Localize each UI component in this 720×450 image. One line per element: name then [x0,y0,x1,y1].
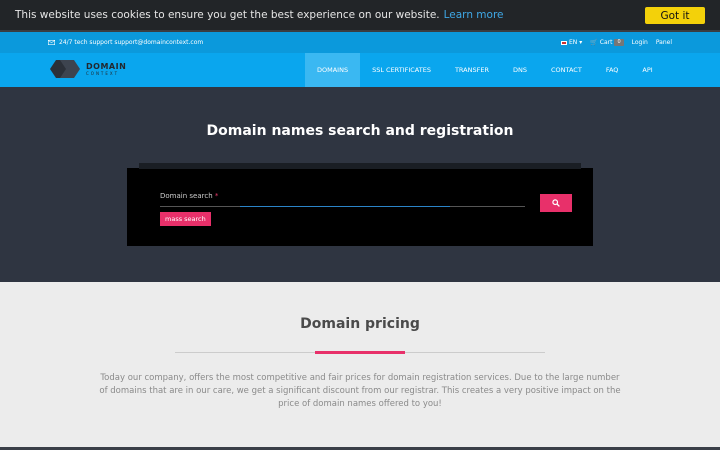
search-box-shadow [139,163,581,169]
hero-section: Domain names search and registration Dom… [0,87,720,282]
cookie-banner: This website uses cookies to ensure you … [0,0,720,32]
login-link[interactable]: Login [632,39,648,46]
nav-item-contact[interactable]: CONTACT [539,53,594,87]
domain-search-form: Domain search * mass search [127,163,593,246]
main-nav: DOMAIN CONTEXT DOMAINS SSL CERTIFICATES … [0,53,720,87]
language-label: EN [568,39,578,46]
hero-title: Domain names search and registration [206,123,514,139]
panel-link[interactable]: Panel [656,39,672,46]
language-selector[interactable]: EN ▾ [560,39,583,46]
learn-more-link[interactable]: Learn more [444,9,504,21]
pricing-text: Today our company, offers the most compe… [99,373,621,409]
pricing-title: Domain pricing [300,316,420,332]
nav-item-domains[interactable]: DOMAINS [305,53,361,87]
logo[interactable]: DOMAIN CONTEXT [50,58,126,80]
nav-item-transfer[interactable]: TRANSFER [443,53,501,87]
mass-search-button[interactable]: mass search [160,212,211,226]
top-info-bar: 24/7 tech support support@domaincontext.… [0,32,720,53]
logo-name: DOMAIN [86,62,127,71]
nav-menu: DOMAINS SSL CERTIFICATES TRANSFER DNS CO… [305,53,665,87]
search-icon [552,199,560,207]
domain-search-label: Domain search * [160,192,219,200]
domain-search-input[interactable] [160,206,525,207]
support-info: 24/7 tech support support@domaincontext.… [48,39,203,46]
logo-hexagon-icon [50,60,80,78]
cart-label: Cart [599,39,613,46]
envelope-icon [48,40,55,45]
got-it-button[interactable]: Got it [645,7,705,24]
logo-tagline: CONTEXT [86,71,120,76]
support-text: 24/7 tech support support@domaincontext.… [59,39,204,46]
nav-item-ssl-certificates[interactable]: SSL CERTIFICATES [360,53,443,87]
section-divider [175,351,545,354]
cookie-message: This website uses cookies to ensure you … [15,9,440,21]
cart-icon: 🛒 [590,39,598,46]
pricing-section: Domain pricing Today our company, offers… [0,282,720,450]
caret-down-icon: ▾ [579,39,583,46]
nav-item-api[interactable]: API [630,53,664,87]
cart-count-badge: 0 [614,39,624,46]
nav-item-faq[interactable]: FAQ [594,53,631,87]
nav-item-dns[interactable]: DNS [501,53,539,87]
search-button[interactable] [540,194,572,212]
cart-link[interactable]: 🛒 Cart 0 [590,39,624,46]
flag-icon [560,40,567,45]
